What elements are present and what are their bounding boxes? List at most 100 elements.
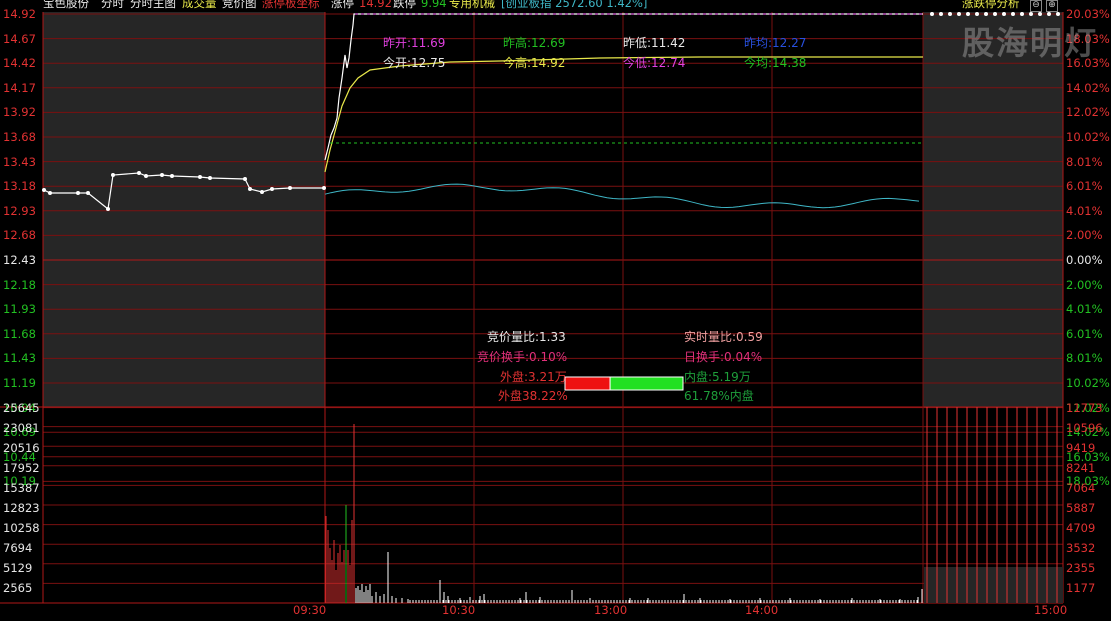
volLeft-tick: 5129 xyxy=(3,561,33,575)
average-price-line xyxy=(324,56,923,173)
auction-price-dot xyxy=(106,207,110,211)
auction-volume-ratio: 竞价量比:1.33 xyxy=(487,330,566,344)
pricesLeft-tick: 14.67 xyxy=(3,31,36,46)
limit-dot xyxy=(1002,12,1006,16)
pricesLeft-tick: 12.18 xyxy=(3,277,36,292)
pricesLeft-tick: 13.68 xyxy=(3,130,36,144)
today-low: 今低:12.74 xyxy=(623,56,686,70)
cyan-indicator-line xyxy=(324,183,920,209)
pricesRight-tick: 14.02% xyxy=(1066,80,1110,95)
pricesRight-tick: 2.00% xyxy=(1066,277,1103,292)
limit-dot xyxy=(957,12,961,16)
pricesLeft-tick: 11.93 xyxy=(3,302,36,317)
pricesLeft-tick: 12.68 xyxy=(3,228,36,243)
limit-dot xyxy=(1029,12,1033,16)
inner-volume-fill xyxy=(609,376,684,391)
pricesRight-tick: 6.01% xyxy=(1066,326,1103,341)
time-label-1400: 14:00 xyxy=(745,603,779,617)
volRight-tick: 9419 xyxy=(1066,441,1096,455)
volLeft-tick: 17952 xyxy=(3,461,40,475)
pricesLeft-tick: 13.43 xyxy=(3,154,36,169)
volLeft-tick: 7694 xyxy=(3,541,33,555)
volLeft-tick: 2565 xyxy=(3,581,33,595)
time-label-1030: 10:30 xyxy=(442,603,476,617)
pricesLeft-tick: 12.43 xyxy=(3,253,36,267)
volRight-tick: 5887 xyxy=(1066,501,1096,515)
volLeft-tick: 12823 xyxy=(3,501,40,515)
today-open: 今开:12.75 xyxy=(383,56,446,70)
volRight-tick: 2355 xyxy=(1066,561,1096,575)
volLeft-tick: 10258 xyxy=(3,521,40,535)
outer-percentage: 外盘38.22% xyxy=(498,389,568,403)
pricesRight-tick: 8.01% xyxy=(1066,154,1103,169)
pricesRight-tick: 6.01% xyxy=(1066,179,1103,194)
pricesLeft-tick: 11.43 xyxy=(3,351,36,366)
auction-price-dot xyxy=(243,177,247,181)
pricesLeft-tick: 14.42 xyxy=(3,56,36,71)
intraday-chart[interactable] xyxy=(0,0,1111,621)
auction-price-dot xyxy=(288,186,292,190)
pricesLeft-tick: 13.18 xyxy=(3,179,36,194)
limit-dot xyxy=(1056,12,1060,16)
today-avg: 今均:14.38 xyxy=(744,56,807,70)
volLeft-tick: 23081 xyxy=(3,421,40,435)
volRight-tick: 4709 xyxy=(1066,521,1096,535)
auction-price-dot xyxy=(111,173,115,177)
limit-volume-mask xyxy=(924,567,1063,603)
volRight-tick: 1177 xyxy=(1066,581,1096,595)
limit-dot xyxy=(1020,12,1024,16)
time-label-1500: 15:00 xyxy=(1034,603,1068,617)
today-high: 今高:14.92 xyxy=(503,56,566,70)
auction-price-dot xyxy=(144,174,148,178)
limit-dot xyxy=(1047,12,1051,16)
outer-volume: 外盘:3.21万 xyxy=(500,370,567,384)
day-turnover: 日换手:0.04% xyxy=(684,350,763,364)
auction-price-dot xyxy=(270,187,274,191)
volRight-tick: 10596 xyxy=(1066,421,1103,435)
volRight-tick: 3532 xyxy=(1066,541,1096,555)
pricesLeft-tick: 12.93 xyxy=(3,203,36,218)
prev-low: 昨低:11.42 xyxy=(623,36,686,50)
watermark: 股海明灯 xyxy=(962,24,1099,62)
pricesLeft-tick: 14.92 xyxy=(3,7,36,21)
pricesRight-tick: 8.01% xyxy=(1066,351,1103,366)
auction-price-dot xyxy=(260,190,264,194)
limit-dot xyxy=(939,12,943,16)
volLeft-tick: 25645 xyxy=(3,401,40,415)
realtime-volume-ratio: 实时量比:0.59 xyxy=(684,330,763,344)
pricesLeft-tick: 11.68 xyxy=(3,326,36,341)
pricesRight-tick: 12.02% xyxy=(1066,105,1110,120)
pricesRight-tick: 2.00% xyxy=(1066,228,1103,243)
auction-price-dot xyxy=(137,171,141,175)
limit-dot xyxy=(975,12,979,16)
time-label-1300: 13:00 xyxy=(594,603,628,617)
auction-panel-bg xyxy=(43,12,325,407)
prev-open: 昨开:11.69 xyxy=(383,36,446,50)
auction-price-dot xyxy=(170,174,174,178)
volLeft-tick: 15387 xyxy=(3,481,40,495)
pricesRight-tick: 10.02% xyxy=(1066,130,1110,144)
auction-price-dot xyxy=(208,176,212,180)
pricesLeft-tick: 11.19 xyxy=(3,376,36,390)
volRight-tick: 11773 xyxy=(1066,401,1103,415)
volRight-tick: 8241 xyxy=(1066,461,1096,475)
auction-price-dot xyxy=(86,191,90,195)
volRight-tick: 7064 xyxy=(1066,481,1096,495)
pricesRight-tick: 10.02% xyxy=(1066,376,1110,390)
auction-price-dot xyxy=(198,175,202,179)
limit-dot xyxy=(930,12,934,16)
auction-price-dot xyxy=(322,186,326,190)
time-label-0930: 09:30 xyxy=(293,603,327,617)
outer-volume-fill xyxy=(564,376,611,391)
auction-price-dot xyxy=(48,191,52,195)
auction-price-dot xyxy=(76,191,80,195)
prev-high: 昨高:12.69 xyxy=(503,36,566,50)
pricesLeft-tick: 14.17 xyxy=(3,80,36,95)
auction-turnover: 竞价换手:0.10% xyxy=(477,350,568,364)
volLeft-tick: 20516 xyxy=(3,441,40,455)
limit-dot xyxy=(1011,12,1015,16)
limit-dot xyxy=(966,12,970,16)
limit-dot xyxy=(993,12,997,16)
prev-avg: 昨均:12.27 xyxy=(744,36,807,50)
pricesLeft-tick: 13.92 xyxy=(3,105,36,120)
